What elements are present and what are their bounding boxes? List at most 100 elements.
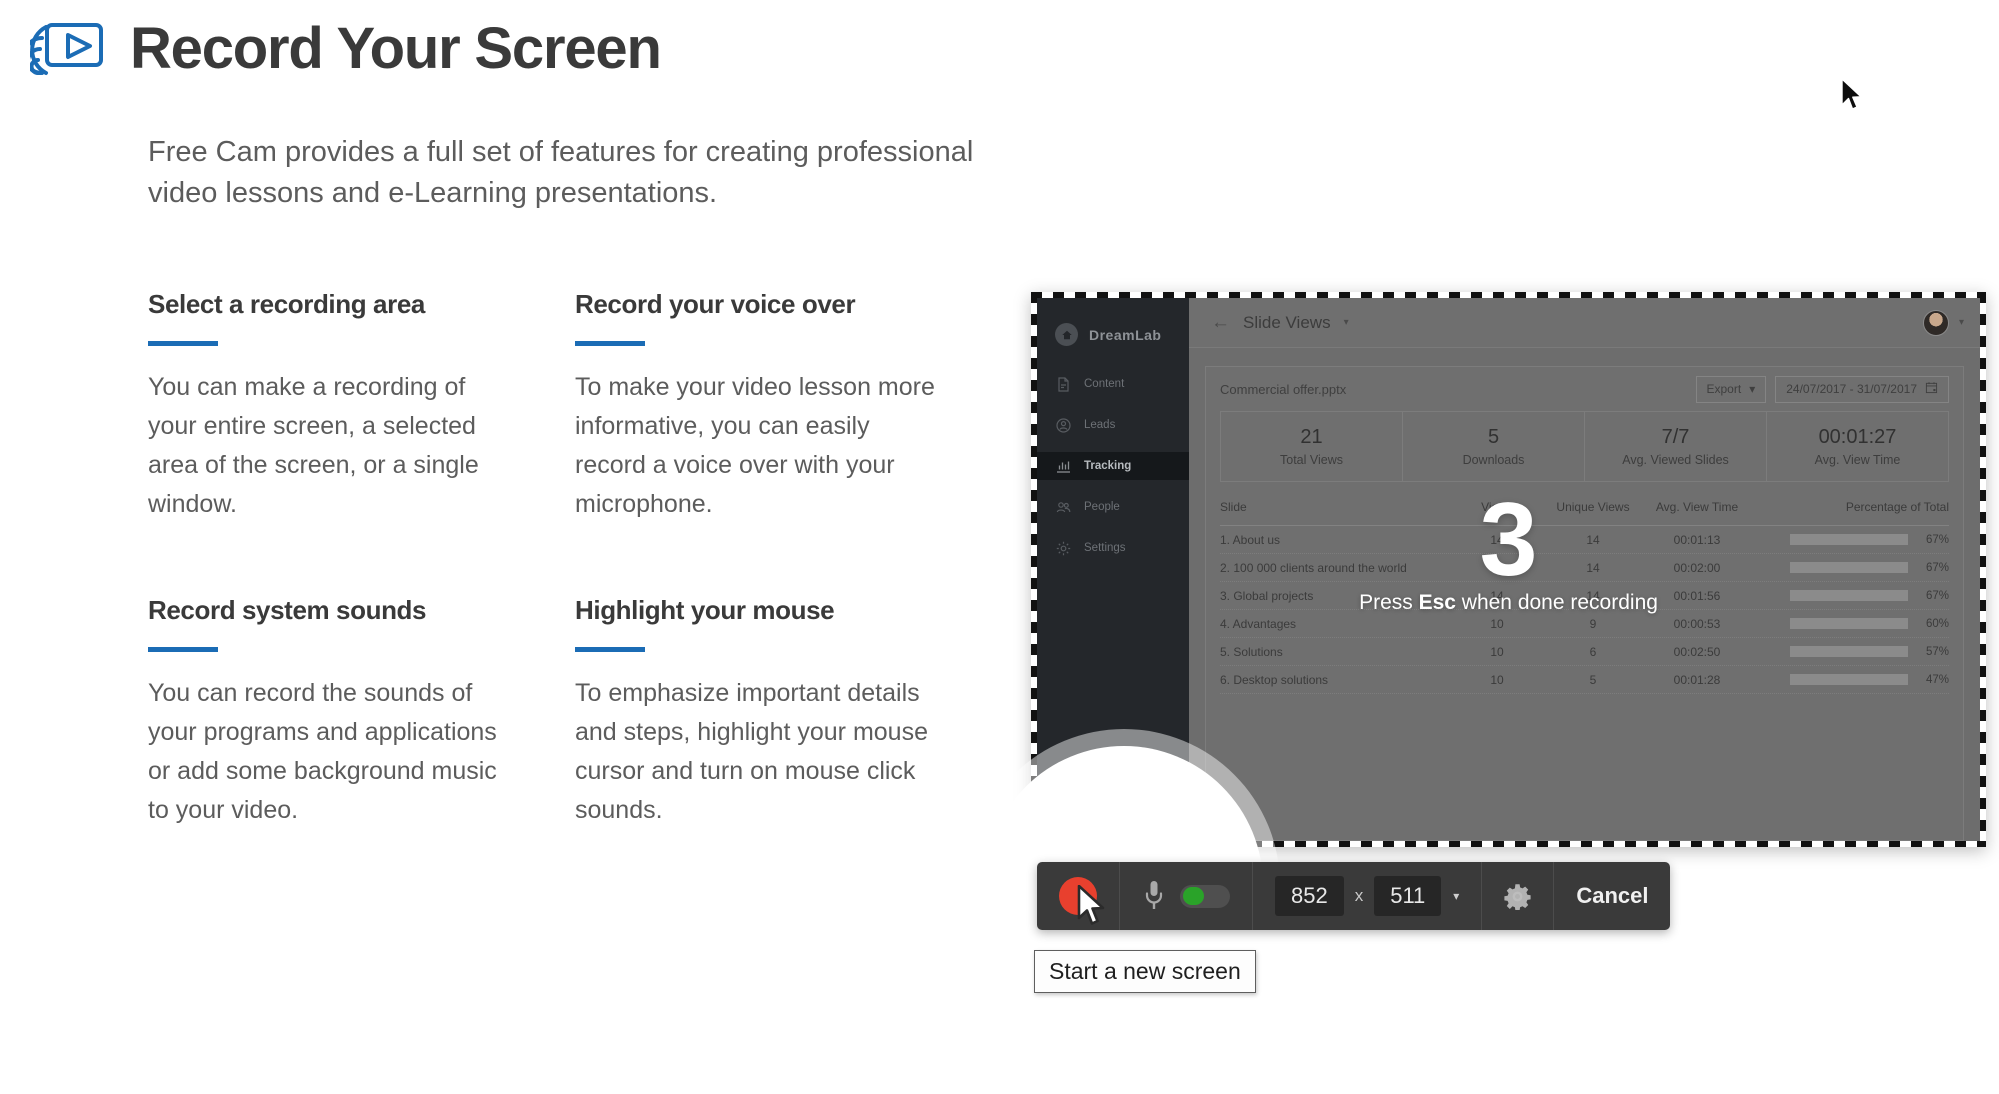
chevron-down-icon[interactable]: ▾ [1441,889,1459,903]
stat-value: 00:01:27 [1818,426,1897,448]
height-input[interactable]: 511 [1374,876,1442,916]
calendar-icon [1925,381,1938,397]
avatar[interactable] [1922,309,1949,336]
feature-accent-rule [148,340,218,346]
column-header-avg-view-time: Avg. View Time [1655,500,1739,514]
cell-avg-view-time: 00:01:28 [1673,672,1721,687]
cell-slide: 6. Desktop solutions [1220,672,1329,687]
feature-body: To make your video lesson more informati… [575,372,935,518]
percentage-label: 60% [1925,617,1949,630]
stat-avg-view-time: 00:01:27 Avg. View Time [1767,412,1948,481]
stat-value: 5 [1487,426,1500,448]
feature-select-recording-area: Select a recording area You can make a r… [148,289,511,524]
sidebar-item-tracking[interactable]: Tracking [1037,452,1189,480]
card-header-controls: Export ▾ 24/07/2017 - 31/07/2017 [1695,375,1949,403]
chevron-down-icon[interactable]: ▾ [1959,317,1964,328]
cell-unique-views: 14 [1586,560,1600,575]
feature-body: You can make a recording of your entire … [148,372,479,518]
feature-accent-rule [575,646,645,652]
stat-avg-viewed-slides: 7/7 Avg. Viewed Slides [1585,412,1767,481]
cell-unique-views: 14 [1586,588,1600,603]
cell-unique-views: 9 [1589,616,1597,631]
width-input[interactable]: 852 [1275,876,1344,916]
feature-title: Select a recording area [148,289,425,319]
table-header-row: Slide Views Unique Views Avg. View Time … [1220,500,1949,526]
sidebar-item-label: Tracking [1084,460,1132,472]
progress-bar [1790,646,1908,657]
cell-slide: 5. Solutions [1220,644,1283,659]
table-row: 1. About us 14 14 00:01:13 67% [1220,526,1949,554]
stat-label: Total Views [1280,453,1343,467]
stat-label: Avg. Viewed Slides [1622,453,1729,467]
column-header-views: Views [1481,500,1513,514]
page-root: Record Your Screen Free Cam provides a f… [0,0,1999,1094]
gear-icon [1055,540,1072,557]
feature-record-system-sounds: Record system sounds You can record the … [148,595,511,830]
progress-bar [1790,534,1908,545]
date-range-picker[interactable]: 24/07/2017 - 31/07/2017 [1775,375,1949,403]
back-arrow-icon[interactable]: ← [1211,312,1230,334]
sidebar-item-people[interactable]: People [1037,493,1189,521]
column-header-percentage: Percentage of Total [1845,500,1949,514]
intro-paragraph: Free Cam provides a full set of features… [148,136,974,210]
feature-title: Record your voice over [575,289,856,319]
percentage-label: 67% [1925,589,1949,602]
feature-accent-rule [148,646,218,652]
cell-percentage: 67% [1753,590,1949,602]
table-row: 3. Global projects 14 14 00:01:56 67% [1220,582,1949,610]
stats-row: 21 Total Views 5 Downloads 7/7 Avg. View… [1220,411,1949,482]
microphone-toggle-cell[interactable] [1120,862,1253,930]
sidebar-item-content[interactable]: Content [1037,370,1189,398]
chevron-down-icon: ▾ [1749,382,1756,396]
sidebar-item-leads[interactable]: Leads [1037,411,1189,439]
cell-percentage: 57% [1753,646,1949,658]
topbar-user-menu[interactable]: ▾ [1922,309,1964,336]
gear-icon [1504,883,1531,910]
cell-avg-view-time: 00:01:13 [1673,532,1721,547]
feature-body: You can record the sounds of your progra… [148,678,497,824]
cancel-button[interactable]: Cancel [1554,862,1670,930]
feature-highlight-your-mouse: Highlight your mouse To emphasize import… [575,594,938,830]
cell-avg-view-time: 00:01:56 [1673,588,1721,603]
feature-row: Record system sounds You can record the … [148,594,938,830]
chevron-down-icon[interactable]: ▾ [1344,317,1349,328]
page-header: Record Your Screen [22,16,662,81]
file-name-label: Commercial offer.pptx [1220,381,1347,397]
home-icon [1055,323,1078,346]
mouse-cursor-icon [1077,884,1107,927]
person-circle-icon [1055,417,1072,434]
mouse-cursor-icon [1840,78,1864,112]
cell-avg-view-time: 00:02:00 [1673,560,1721,575]
feature-row: Select a recording area You can make a r… [148,289,938,524]
cell-views: 10 [1490,672,1504,687]
page-title: Record Your Screen [130,16,662,81]
cell-percentage: 67% [1753,534,1949,546]
people-icon [1055,499,1072,516]
breadcrumb-title: Slide Views [1243,312,1331,332]
table-row: 2. 100 000 clients around the world 14 1… [1220,554,1949,582]
cell-percentage: 67% [1753,562,1949,574]
capture-size-cell[interactable]: 852 x 511 ▾ [1253,862,1483,930]
percentage-label: 67% [1925,533,1949,546]
date-range-label: 24/07/2017 - 31/07/2017 [1786,382,1917,396]
percentage-label: 57% [1925,645,1949,658]
settings-button[interactable] [1482,862,1555,930]
sidebar-logo-label: DreamLab [1089,326,1162,343]
progress-bar [1790,562,1908,573]
cell-unique-views: 5 [1589,672,1597,687]
microphone-toggle[interactable] [1180,884,1230,908]
sidebar-item-settings[interactable]: Settings [1037,534,1189,562]
cell-unique-views: 6 [1589,644,1597,659]
sidebar-logo: DreamLab [1037,312,1189,357]
mock-app-topbar: ← Slide Views ▾ ▾ [1189,298,1980,348]
mock-app-main: ← Slide Views ▾ ▾ Commercial offer.pptx [1189,298,1980,841]
feature-title: Highlight your mouse [575,594,835,625]
dimension-separator: x [1354,886,1364,905]
export-label: Export [1706,382,1742,396]
cell-percentage: 47% [1753,674,1949,686]
percentage-label: 47% [1925,673,1949,686]
export-button[interactable]: Export ▾ [1695,375,1767,403]
cell-views: 10 [1490,644,1504,659]
breadcrumb[interactable]: ← Slide Views ▾ [1211,312,1349,334]
progress-bar [1790,674,1908,685]
